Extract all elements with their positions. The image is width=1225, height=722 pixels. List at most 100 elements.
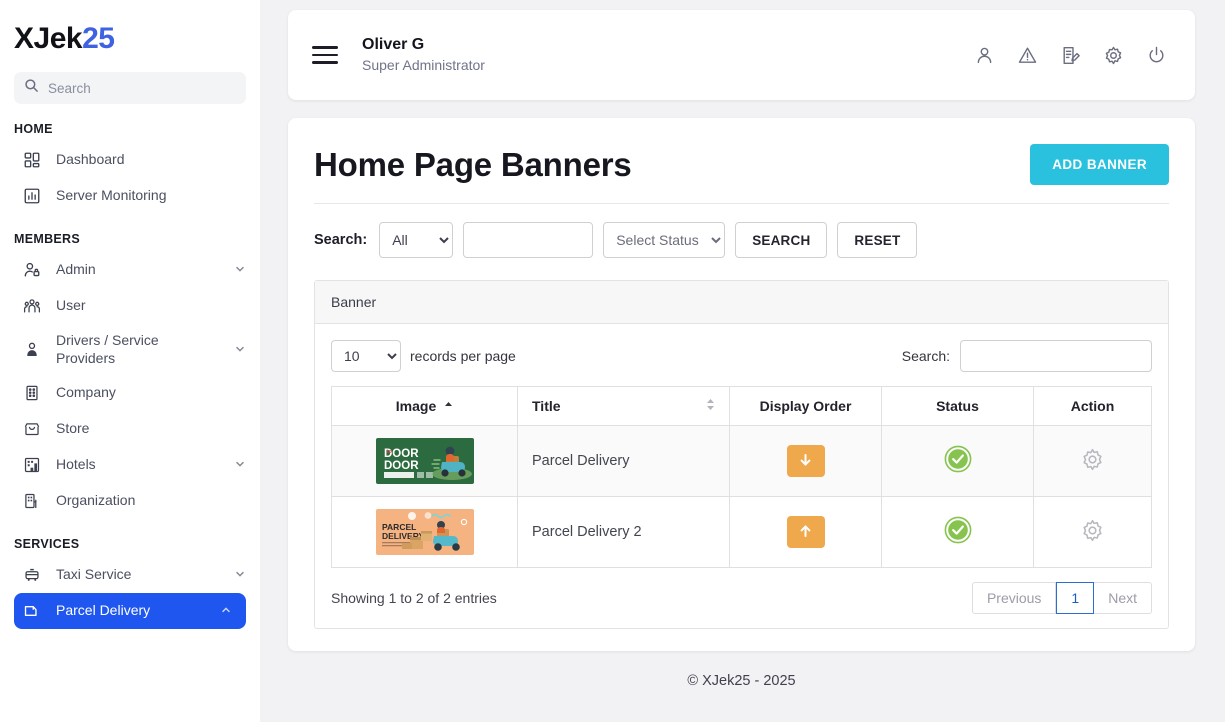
sort-asc-icon	[444, 398, 453, 414]
page-title: Home Page Banners	[314, 146, 632, 184]
sidebar-item-label: Parcel Delivery	[56, 602, 206, 620]
filter-status-select[interactable]: Select Status	[603, 222, 725, 258]
add-banner-button[interactable]: ADD BANNER	[1030, 144, 1169, 185]
sidebar-item-admin[interactable]: Admin	[0, 252, 260, 288]
filter-keyword-input[interactable]	[463, 222, 593, 258]
banner-panel: Banner 10 records per page Search:	[314, 280, 1169, 629]
banner-thumbnail-door-to-door[interactable]: DOOR DOOR to	[376, 438, 474, 484]
filter-label: Search:	[314, 232, 367, 248]
filter-bar: Search: All Select Status SEARCH RESET	[314, 204, 1169, 272]
column-header-label: Action	[1071, 398, 1115, 414]
storefront-icon	[22, 419, 42, 439]
sidebar-item-parcel-delivery[interactable]: Parcel Delivery	[14, 593, 246, 629]
chevron-down-icon	[234, 457, 246, 473]
cell-display-order	[730, 497, 882, 568]
move-up-button[interactable]	[787, 516, 825, 548]
search-input[interactable]	[48, 81, 236, 96]
reset-button[interactable]: RESET	[837, 222, 917, 258]
panel-body: 10 records per page Search:	[315, 324, 1168, 628]
table-header-row: Image Title	[332, 387, 1152, 426]
page-length-label: records per page	[410, 348, 516, 364]
chevron-up-icon	[220, 603, 232, 619]
banner-thumbnail-parcel-delivery[interactable]: PARCEL DELIVERY	[376, 509, 474, 555]
page-length-select[interactable]: 10	[331, 340, 401, 372]
column-header-title[interactable]: Title	[518, 387, 730, 426]
sidebar-section-members: MEMBERS	[0, 214, 260, 252]
app-root: XJek25 HOME Dashboard	[0, 0, 1225, 722]
svg-text:to: to	[387, 449, 392, 455]
sidebar-item-server-monitoring[interactable]: Server Monitoring	[0, 178, 260, 214]
table-head: Image Title	[332, 387, 1152, 426]
sidebar-item-taxi-service[interactable]: Taxi Service	[0, 557, 260, 593]
table-row: PARCEL DELIVERY	[332, 497, 1152, 568]
chart-bar-icon	[22, 186, 42, 206]
footer-copyright: © XJek25 - 2025	[288, 651, 1195, 722]
column-header-image[interactable]: Image	[332, 387, 518, 426]
datatable-search-input[interactable]	[960, 340, 1152, 372]
pagination-previous[interactable]: Previous	[972, 582, 1056, 614]
column-header-label: Display Order	[760, 398, 852, 414]
column-header-display-order[interactable]: Display Order	[730, 387, 882, 426]
sidebar-item-company[interactable]: Company	[0, 375, 260, 411]
user-lock-icon	[22, 260, 42, 280]
column-header-label: Image	[396, 398, 436, 414]
alert-triangle-icon[interactable]	[1017, 45, 1038, 66]
column-header-action[interactable]: Action	[1034, 387, 1152, 426]
status-active-icon[interactable]	[944, 445, 972, 473]
page-head: Home Page Banners ADD BANNER	[314, 144, 1169, 185]
chevron-down-icon	[234, 342, 246, 358]
sidebar-item-label: Admin	[56, 261, 220, 279]
sidebar-item-user[interactable]: User	[0, 288, 260, 324]
organization-icon	[22, 491, 42, 511]
sidebar-item-dashboard[interactable]: Dashboard	[0, 142, 260, 178]
column-header-status[interactable]: Status	[882, 387, 1034, 426]
panel-title: Banner	[315, 281, 1168, 324]
edit-document-icon[interactable]	[1060, 45, 1081, 66]
column-header-label: Title	[532, 398, 561, 414]
sidebar-item-label: Hotels	[56, 456, 220, 474]
dashboard-grid-icon	[22, 150, 42, 170]
arrow-up-icon	[799, 524, 812, 541]
cell-status	[882, 426, 1034, 497]
sidebar-item-label: Taxi Service	[56, 566, 220, 584]
pagination: Previous 1 Next	[972, 582, 1152, 614]
sidebar-item-drivers-service-providers[interactable]: Drivers / Service Providers	[0, 324, 260, 375]
sidebar: XJek25 HOME Dashboard	[0, 0, 260, 722]
sort-both-icon	[706, 398, 715, 414]
profile-icon[interactable]	[974, 45, 995, 66]
datatable-footer: Showing 1 to 2 of 2 entries Previous 1 N…	[331, 582, 1152, 614]
sidebar-item-label: Dashboard	[56, 151, 246, 169]
power-icon[interactable]	[1146, 45, 1167, 66]
hotel-icon	[22, 455, 42, 475]
cell-display-order	[730, 426, 882, 497]
datatable-search-label: Search:	[902, 348, 950, 364]
pagination-page-1[interactable]: 1	[1056, 582, 1094, 614]
driver-person-icon	[22, 340, 42, 360]
cell-image: DOOR DOOR to	[332, 426, 518, 497]
status-active-icon[interactable]	[944, 516, 972, 544]
filter-field-select[interactable]: All	[379, 222, 453, 258]
sidebar-item-organization[interactable]: Organization	[0, 483, 260, 519]
brand-logo[interactable]: XJek25	[0, 0, 260, 66]
hamburger-icon[interactable]	[312, 41, 338, 69]
gear-icon[interactable]	[1080, 447, 1105, 472]
datatable-info: Showing 1 to 2 of 2 entries	[331, 590, 497, 606]
sidebar-item-hotels[interactable]: Hotels	[0, 447, 260, 483]
brand-text-accent: 25	[82, 22, 114, 55]
search-button[interactable]: SEARCH	[735, 222, 827, 258]
cell-status	[882, 497, 1034, 568]
banners-table: Image Title	[331, 386, 1152, 568]
sidebar-item-store[interactable]: Store	[0, 411, 260, 447]
pagination-next[interactable]: Next	[1094, 582, 1152, 614]
sidebar-item-label: Drivers / Service Providers	[56, 332, 220, 367]
move-down-button[interactable]	[787, 445, 825, 477]
brand-text-dark: XJek	[14, 22, 82, 55]
users-group-icon	[22, 296, 42, 316]
gear-icon[interactable]	[1080, 518, 1105, 543]
header-user-role: Super Administrator	[362, 56, 974, 76]
sidebar-section-services: SERVICES	[0, 519, 260, 557]
settings-gear-icon[interactable]	[1103, 45, 1124, 66]
header-user-name: Oliver G	[362, 35, 974, 56]
banners-card: Home Page Banners ADD BANNER Search: All…	[288, 118, 1195, 651]
sidebar-search[interactable]	[14, 72, 246, 104]
